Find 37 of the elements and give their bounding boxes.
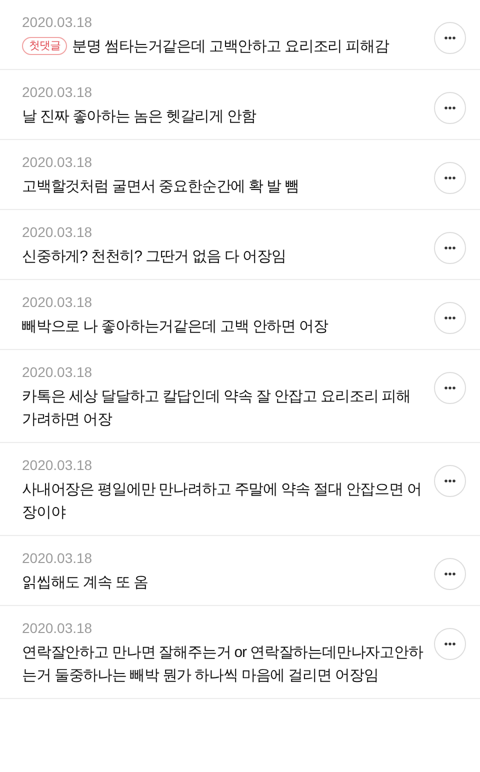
comment-date: 2020.03.18: [22, 293, 92, 312]
more-button[interactable]: [434, 302, 466, 334]
more-icon: [444, 316, 456, 320]
more-button[interactable]: [434, 232, 466, 264]
more-button[interactable]: [434, 372, 466, 404]
more-icon: [444, 246, 456, 250]
first-comment-badge: 첫댓글: [22, 37, 68, 55]
more-icon: [444, 386, 456, 390]
comment-date: 2020.03.18: [22, 549, 92, 568]
more-button[interactable]: [434, 162, 466, 194]
comment-date: 2020.03.18: [22, 13, 92, 32]
comment-text: 첫댓글 분명 썸타는거같은데 고백안하고 요리조리 피해감: [22, 35, 389, 58]
comment-text: 고백할것처럼 굴면서 중요한순간에 확 발 뺌: [22, 177, 300, 197]
more-icon: [444, 642, 456, 646]
comment-text: 신중하게? 천천히? 그딴거 없음 다 어장임: [22, 247, 286, 267]
comment-date: 2020.03.18: [22, 223, 92, 242]
comment-text: 연락잘안하고 만나면 잘해주는거 or 연락잘하는데만나자고안하는거 둘중하나는 빼박 뭔가 하나씩 마음에 걸리면 어장임: [22, 643, 424, 686]
comment-date: 2020.03.18: [22, 619, 92, 638]
comment-date: 2020.03.18: [22, 456, 92, 475]
more-icon: [444, 572, 456, 576]
more-icon: [444, 176, 456, 180]
more-button[interactable]: [434, 628, 466, 660]
comment-date: 2020.03.18: [22, 83, 92, 102]
comment-text: 날 진짜 좋아하는 놈은 헷갈리게 안함: [22, 107, 256, 127]
more-icon: [444, 106, 456, 110]
more-button[interactable]: [434, 22, 466, 54]
comment-text: 읽씹해도 계속 또 옴: [22, 573, 148, 593]
more-button[interactable]: [434, 92, 466, 124]
more-button[interactable]: [434, 558, 466, 590]
comment-text: 카톡은 세상 달달하고 칼답인데 약속 잘 안잡고 요리조리 피해 가려하면 어장: [22, 387, 412, 430]
more-icon: [444, 479, 456, 483]
more-button[interactable]: [434, 465, 466, 497]
more-icon: [444, 36, 456, 40]
comment-date: 2020.03.18: [22, 363, 92, 382]
comment-text: 빼박으로 나 좋아하는거같은데 고백 안하면 어장: [22, 317, 328, 337]
comment-text: 사내어장은 평일에만 만나려하고 주말에 약속 절대 안잡으면 어장이야: [22, 480, 422, 523]
comment-date: 2020.03.18: [22, 153, 92, 172]
